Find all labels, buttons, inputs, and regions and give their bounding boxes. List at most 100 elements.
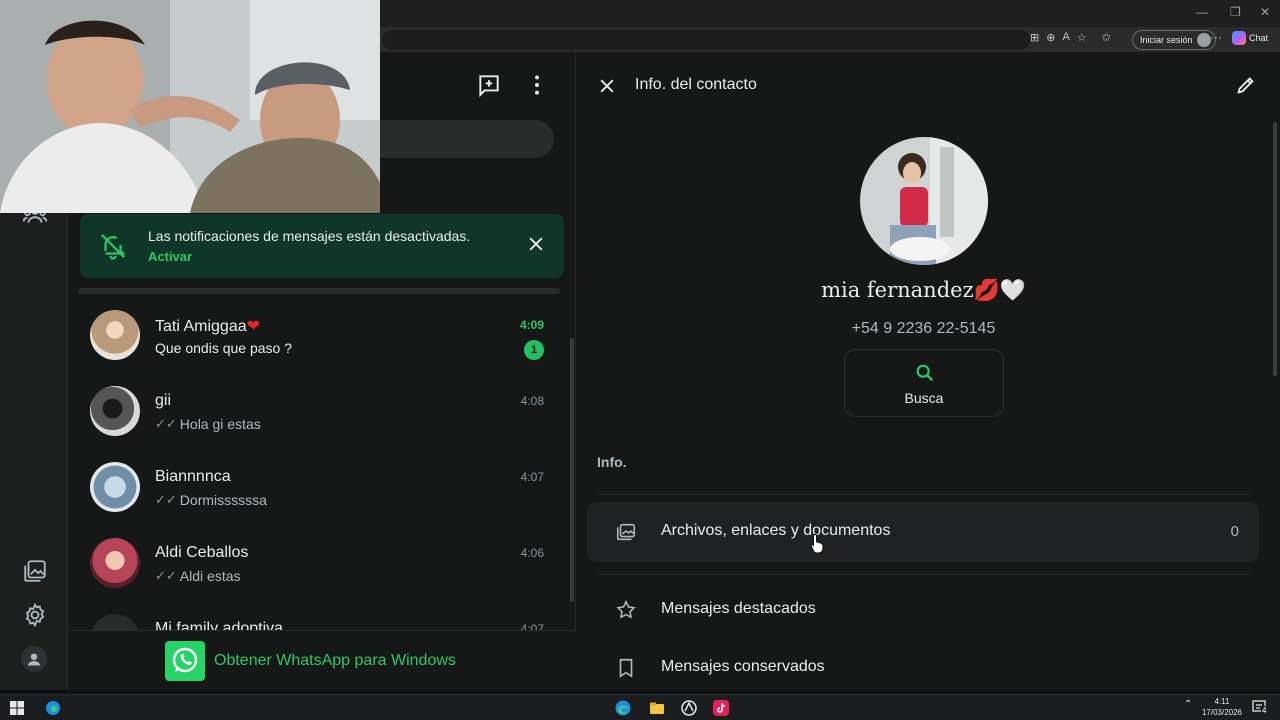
info-scrollbar[interactable] (1273, 122, 1277, 376)
read-aloud-icon[interactable]: A (1062, 31, 1069, 44)
double-check-icon: ✓✓ (155, 416, 177, 431)
windows-start-icon[interactable] (8, 699, 26, 717)
close-icon[interactable] (526, 234, 546, 254)
contact-phone: +54 9 2236 22-5145 (851, 320, 996, 337)
chat-row[interactable]: Aldi Ceballos ✓✓ Aldi estas 4:06 (68, 528, 564, 604)
chat-name-text: Tati Amiggaa (155, 318, 247, 335)
divider (597, 494, 1251, 495)
screen: — ❐ ✕ ⊞ ⊕ A ☆ ✩ Iniciar sesión ··· Chat (0, 0, 1280, 720)
chat-preview-text: Dormissssssa (179, 492, 267, 508)
chat-list: Tati Amiggaa❤ Que ondis que paso ? 4:09 … (68, 300, 564, 630)
chat-name: Tati Amiggaa❤ (155, 316, 260, 336)
chat-row[interactable]: Tati Amiggaa❤ Que ondis que paso ? 4:09 … (68, 300, 564, 376)
favorites-icon[interactable]: ✩ (1102, 31, 1111, 44)
media-links-docs-row[interactable]: Archivos, enlaces y documentos 0 (587, 502, 1259, 562)
get-whatsapp-banner[interactable]: Obtener WhatsApp para Windows (68, 630, 576, 690)
chat-preview: ✓✓ Dormissssssa (155, 492, 267, 508)
browser-app-icon[interactable] (680, 699, 698, 717)
chat-label: Chat (1249, 33, 1269, 43)
profile-photo[interactable] (860, 137, 988, 265)
chat-preview-text: Hola gi estas (179, 416, 261, 432)
menu-label: Mensajes destacados (661, 600, 816, 617)
section-label: Info. (597, 454, 627, 470)
media-icon[interactable] (22, 558, 48, 584)
avatar (90, 386, 140, 436)
chat-time: 4:07 (520, 622, 544, 630)
chat-row[interactable]: Biannnnca ✓✓ Dormissssssa 4:07 (68, 452, 564, 528)
chat-name: gii (155, 392, 172, 409)
zoom-icon[interactable]: ⊕ (1046, 31, 1055, 44)
list-divider (78, 288, 560, 294)
contact-info-panel: Info. del contacto mia fernandez💋🤍 +54 9… (577, 52, 1280, 690)
chat-time: 4:08 (520, 394, 544, 408)
chat-preview: ✓✓ Aldi estas (155, 568, 241, 584)
new-chat-icon[interactable] (476, 72, 502, 98)
close-window-icon[interactable]: ✕ (1260, 5, 1270, 19)
avatar (90, 462, 140, 512)
hand-cursor-icon (810, 534, 824, 553)
chat-row[interactable]: gii ✓✓ Hola gi estas 4:08 (68, 376, 564, 452)
chat-name: Biannnnca (155, 468, 231, 485)
menu-label: Archivos, enlaces y documentos (661, 522, 891, 539)
double-check-icon: ✓✓ (155, 492, 177, 507)
minimize-icon[interactable]: — (1196, 5, 1208, 19)
signin-button[interactable]: Iniciar sesión (1132, 30, 1216, 50)
star-icon (616, 599, 636, 619)
chat-preview-text: Aldi estas (179, 568, 241, 584)
clock-date: 17/03/2026 (1201, 708, 1242, 717)
get-whatsapp-link[interactable]: Obtener WhatsApp para Windows (214, 652, 456, 670)
settings-gear-icon[interactable] (22, 602, 48, 628)
chat-name: Mi family adoptiva (155, 620, 284, 630)
chat-list-scrollbar[interactable] (570, 338, 574, 602)
menu-dots-icon[interactable] (524, 72, 550, 98)
media-gallery-icon (616, 523, 636, 541)
menu-label: Mensajes conservados (661, 658, 825, 675)
favorite-star-icon[interactable]: ☆ (1077, 31, 1087, 44)
more-options-icon[interactable]: ··· (1210, 30, 1222, 44)
double-check-icon: ✓✓ (155, 568, 177, 583)
notifications-banner: Las notificaciones de mensajes están des… (80, 214, 564, 278)
contact-name-emoji: 💋🤍 (973, 278, 1026, 302)
notification-count: 4 (1261, 706, 1268, 715)
tiktok-icon[interactable] (712, 699, 730, 717)
address-icons: ⊞ ⊕ A ☆ ✩ (1030, 31, 1111, 44)
chat-preview: ✓✓ Hola gi estas (155, 416, 261, 432)
signin-label: Iniciar sesión (1140, 35, 1193, 45)
panel-title: Info. del contacto (635, 76, 757, 93)
notification-message: Las notificaciones de mensajes están des… (148, 228, 471, 244)
webcam-overlay (0, 0, 380, 213)
media-count: 0 (1230, 523, 1239, 540)
clock[interactable]: 4:11 17/03/2026 (1202, 696, 1242, 718)
webcam-video (0, 0, 380, 213)
edge-taskbar-icon[interactable] (614, 699, 632, 717)
address-input[interactable] (382, 30, 1030, 50)
kept-messages-row[interactable]: Mensajes conservados (587, 638, 1259, 698)
tray-chevron-icon[interactable]: ⌃ (1184, 699, 1192, 710)
clock-time: 4:11 (1214, 697, 1230, 706)
search-icon (916, 364, 934, 382)
edit-pencil-icon[interactable] (1235, 74, 1257, 96)
notification-center-icon[interactable]: 4 (1252, 699, 1268, 715)
edge-icon[interactable] (44, 699, 62, 717)
user-icon (27, 653, 41, 666)
close-icon[interactable] (597, 76, 617, 96)
chat-time: 4:07 (520, 470, 544, 484)
chat-time: 4:09 (519, 318, 544, 332)
windows-taskbar: ⌃ 4:11 17/03/2026 4 (0, 694, 1280, 720)
apps-icon[interactable]: ⊞ (1030, 31, 1039, 44)
copilot-icon (1232, 31, 1246, 45)
file-explorer-icon[interactable] (648, 699, 666, 717)
whatsapp-logo-icon (165, 641, 205, 681)
avatar (90, 538, 140, 588)
activate-notifications-link[interactable]: Activar (148, 249, 192, 264)
profile-avatar-icon (1196, 33, 1211, 47)
search-button-label: Busca (904, 390, 944, 406)
chat-preview: Que ondis que paso ? (155, 340, 292, 356)
chat-row[interactable]: Mi family adoptiva 4:07 (68, 604, 564, 630)
restore-icon[interactable]: ❐ (1230, 5, 1241, 19)
profile-avatar[interactable] (21, 646, 47, 672)
copilot-chat-button[interactable]: Chat (1232, 31, 1268, 45)
starred-messages-row[interactable]: Mensajes destacados (587, 580, 1259, 640)
contact-name: mia fernandez💋🤍 (577, 278, 1270, 303)
search-button[interactable]: Busca (844, 349, 1004, 417)
